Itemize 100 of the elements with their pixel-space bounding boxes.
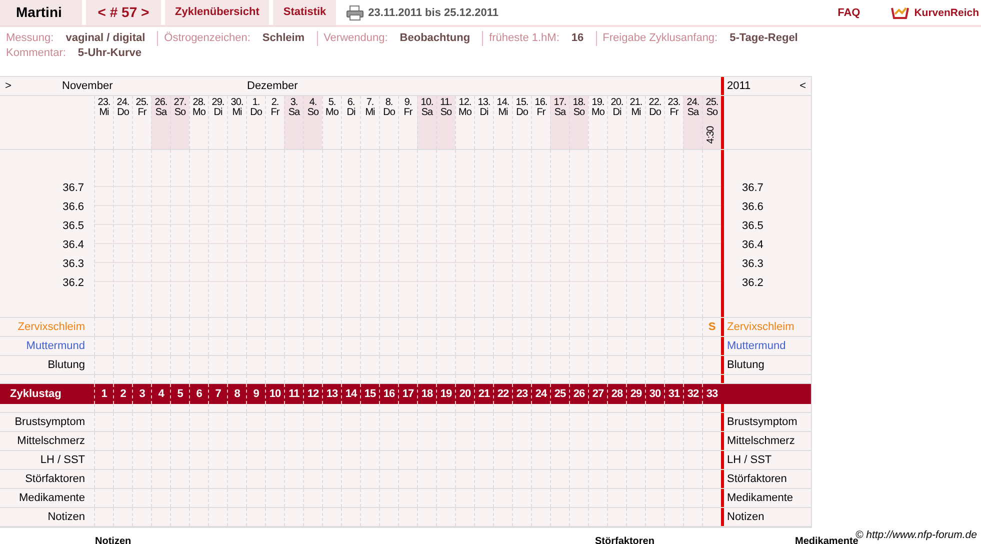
info-label: Freigabe Zyklusanfang:	[596, 31, 718, 46]
date-label: 13.	[478, 98, 490, 108]
brand-name: KurvenReich	[914, 6, 979, 18]
cycle-day-number: 10	[269, 388, 281, 400]
temperature-label: 36.6	[742, 200, 764, 215]
month-label: Dezember	[247, 79, 298, 94]
cycle-day-number: 28	[611, 388, 623, 400]
cycle-day-number: 9	[253, 388, 259, 400]
cycle-day-number: 27	[592, 388, 604, 400]
info-label: Verwendung:	[316, 31, 388, 46]
weekday-label: Sa	[155, 108, 167, 118]
date-label: 19.	[592, 98, 604, 108]
month-label: November	[62, 79, 113, 94]
weekday-label: Sa	[554, 108, 566, 118]
section-heading: Medikamente	[795, 537, 858, 544]
nav-tab[interactable]: Statistik	[273, 0, 336, 25]
date-label: 11.	[440, 98, 452, 108]
cycle-nav[interactable]: < # 57 >	[86, 0, 161, 25]
row-label: Muttermund	[26, 340, 85, 352]
weekday-label: Mo	[192, 108, 206, 118]
date-label: 22.	[648, 98, 662, 108]
date-label: 20.	[610, 98, 624, 108]
curve-logo-icon	[890, 4, 910, 20]
cycle-day-number: 13	[326, 388, 338, 400]
weekday-label: Di	[612, 108, 622, 118]
date-label: 21.	[630, 98, 642, 108]
info-value: Schleim	[262, 31, 305, 46]
date-label: 16.	[534, 98, 548, 108]
date-label: 5.	[328, 98, 336, 108]
row-label: Störfaktoren	[727, 473, 787, 485]
date-label: 25.	[706, 98, 718, 108]
next-button[interactable]: <	[794, 77, 811, 95]
row-label: LH / SST	[727, 454, 772, 466]
cycle-day-number: 18	[421, 388, 433, 400]
weekday-label: Sa	[421, 108, 433, 118]
temperature-label: 36.6	[62, 200, 84, 215]
row-label: Blutung	[727, 359, 764, 371]
info-label: Kommentar:	[6, 46, 66, 61]
date-label: 9.	[404, 98, 412, 108]
cycle-day-number: 23	[516, 388, 528, 400]
cycle-day-number: 26	[573, 388, 585, 400]
weekday-label: Mi	[631, 108, 641, 118]
weekday-label: So	[706, 108, 718, 118]
mucus-mark: S	[707, 320, 717, 335]
printer-icon[interactable]	[346, 4, 364, 20]
weekday-label: Sa	[687, 108, 699, 118]
row-label: Medikamente	[727, 492, 794, 504]
date-label: 30.	[230, 98, 244, 108]
temperature-label: 36.7	[62, 181, 84, 196]
info-label: früheste 1.hM:	[482, 31, 560, 46]
weekday-label: Mi	[232, 108, 242, 118]
date-label: 4.	[309, 98, 317, 108]
cycle-day-number: 33	[706, 388, 718, 400]
row-label: Zyklustag	[10, 388, 62, 400]
weekday-label: Di	[346, 108, 356, 118]
weekday-label: So	[573, 108, 585, 118]
weekday-label: So	[174, 108, 186, 118]
date-label: 18.	[572, 98, 586, 108]
weekday-label: Do	[250, 108, 262, 118]
row-label: Notizen	[727, 511, 764, 523]
year-label: 2011	[727, 79, 751, 94]
cycle-day-number: 21	[478, 388, 490, 400]
weekday-label: Do	[117, 108, 129, 118]
temperature-label: 36.2	[62, 276, 84, 291]
cycle-day-number: 14	[345, 388, 357, 400]
cycle-day-number: 8	[234, 388, 240, 400]
date-label: 8.	[385, 98, 393, 108]
cycle-day-number: 3	[139, 388, 145, 400]
row-label: Notizen	[48, 511, 85, 523]
info-value: 5-Uhr-Kurve	[78, 46, 142, 61]
cycle-day-number: 7	[215, 388, 221, 400]
cycle-day-number: 11	[288, 388, 300, 400]
date-label: 1.	[252, 98, 260, 108]
info-value: Beobachtung	[400, 31, 470, 46]
section-heading: Notizen	[95, 537, 132, 544]
weekday-label: Fr	[270, 108, 280, 118]
cycle-day-number: 24	[535, 388, 547, 400]
date-label: 12.	[458, 98, 472, 108]
weekday-label: Di	[214, 108, 222, 118]
info-label: Messung:	[6, 31, 54, 46]
cycle-day-number: 20	[459, 388, 471, 400]
cycle-day-number: 2	[120, 388, 126, 400]
weekday-label: Mo	[326, 108, 338, 118]
row-label: Brustsymptom	[14, 416, 85, 428]
cycle-day-number: 5	[177, 388, 183, 400]
temperature-label: 36.5	[742, 219, 764, 234]
weekday-label: Fr	[670, 108, 678, 118]
nav-tab[interactable]: Zyklenübersicht	[165, 0, 270, 25]
faq-link[interactable]: FAQ	[838, 6, 860, 18]
date-label: 2.	[271, 98, 279, 108]
cycle-day-number: 17	[402, 388, 414, 400]
user-name: Martini	[0, 0, 82, 25]
cycle-day-number: 22	[497, 388, 509, 400]
temperature-label: 36.4	[742, 238, 764, 253]
previous-button[interactable]: >	[0, 77, 16, 95]
weekday-label: So	[440, 108, 452, 118]
cycle-day-number: 32	[687, 388, 699, 400]
date-label: 28.	[192, 98, 206, 108]
cycle-day-number: 6	[196, 388, 202, 400]
date-label: 27.	[174, 98, 186, 108]
